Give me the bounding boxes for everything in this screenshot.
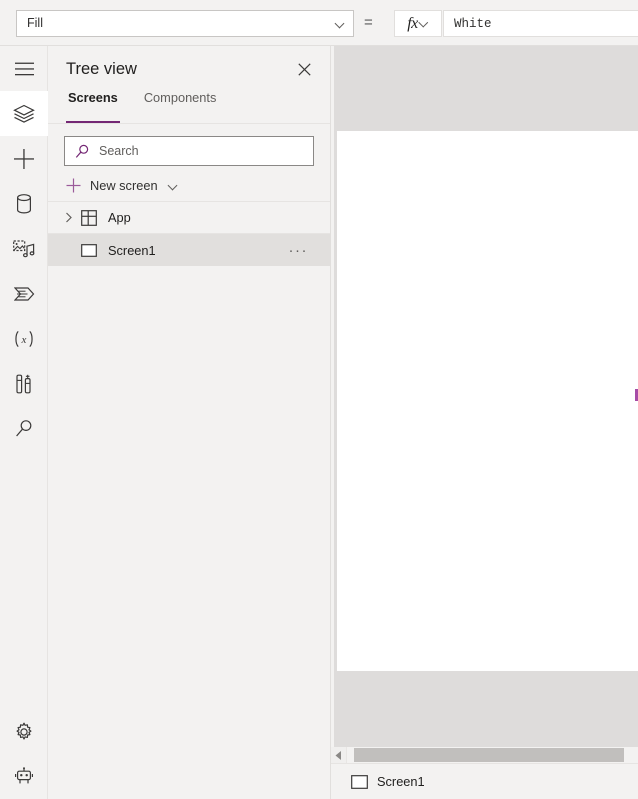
- tree-item-app[interactable]: App: [48, 202, 330, 234]
- app-screen-canvas[interactable]: [337, 131, 638, 671]
- power-apps-studio: Fill = fx White x Tree view Screens Comp…: [0, 0, 638, 799]
- app-grid-icon: [80, 209, 98, 226]
- canvas-horizontal-scrollbar[interactable]: [331, 747, 638, 763]
- copilot-robot-icon: [15, 766, 33, 783]
- search-input[interactable]: Search: [64, 136, 314, 166]
- screen-rect-icon: [80, 243, 98, 257]
- fx-icon: fx: [407, 14, 418, 32]
- media-icon-button[interactable]: [0, 226, 48, 271]
- expand-chevron-right-icon[interactable]: [58, 212, 80, 223]
- tree-item-label-app: App: [108, 210, 131, 225]
- tab-screens[interactable]: Screens: [66, 91, 120, 123]
- panel-title: Tree view: [66, 59, 137, 78]
- canvas-backdrop: [334, 46, 638, 754]
- left-rail: x: [0, 46, 48, 799]
- settings-gear-icon: [16, 722, 32, 740]
- menu-icon-button[interactable]: [0, 46, 48, 91]
- rail-bottom-group: [0, 709, 48, 799]
- power-automate-icon: [13, 286, 34, 301]
- property-dropdown[interactable]: Fill: [16, 10, 354, 37]
- media-icon: [13, 239, 35, 257]
- search-icon-button[interactable]: [0, 406, 48, 451]
- tests-icon: [16, 374, 31, 393]
- tree-view-header: Tree view: [48, 46, 330, 92]
- new-screen-button[interactable]: New screen: [48, 170, 330, 202]
- menu-icon: [14, 62, 34, 75]
- scrollbar-track[interactable]: [347, 748, 638, 762]
- tests-icon-button[interactable]: [0, 361, 48, 406]
- insert-plus-icon: [14, 148, 34, 169]
- tree-view-panel: Tree view Screens Components Search New …: [48, 46, 331, 799]
- screen-rect-icon: [351, 774, 368, 789]
- search-placeholder: Search: [99, 144, 139, 158]
- tab-components[interactable]: Components: [142, 91, 219, 123]
- tree-view-icon: [13, 104, 35, 123]
- settings-icon-button[interactable]: [0, 709, 48, 754]
- copilot-icon-button[interactable]: [0, 754, 48, 799]
- property-dropdown-value: Fill: [27, 16, 43, 31]
- database-icon: [16, 193, 32, 214]
- close-icon: [297, 62, 311, 76]
- power-automate-icon-button[interactable]: [0, 271, 48, 316]
- canvas-area: Screen1: [331, 46, 638, 799]
- fx-button[interactable]: fx: [394, 10, 442, 37]
- tree-item-overflow-menu[interactable]: ···: [289, 243, 309, 258]
- chevron-down-icon: [335, 19, 345, 29]
- scrollbar-thumb[interactable]: [354, 748, 624, 762]
- formula-bar: Fill = fx White: [0, 0, 638, 46]
- scroll-left-arrow-icon[interactable]: [331, 747, 347, 763]
- chevron-right-icon: [66, 212, 72, 223]
- search-icon: [75, 144, 89, 158]
- equals-sign: =: [364, 14, 373, 31]
- status-bar: Screen1: [331, 763, 638, 799]
- search-container: Search: [48, 124, 330, 166]
- chevron-down-icon: [168, 181, 178, 191]
- chevron-down-icon: [420, 19, 429, 28]
- status-bar-screen-label: Screen1: [377, 774, 425, 789]
- variables-icon: x: [15, 330, 33, 347]
- tree-view-tabs: Screens Components: [48, 91, 330, 124]
- svg-text:x: x: [21, 334, 27, 346]
- tree-item-label-screen1: Screen1: [108, 242, 156, 258]
- insert-icon-button[interactable]: [0, 136, 48, 181]
- tree-view-icon-button[interactable]: [0, 91, 48, 136]
- new-screen-label: New screen: [90, 178, 158, 193]
- plus-icon: [66, 178, 81, 193]
- formula-input[interactable]: White: [443, 10, 638, 37]
- close-panel-button[interactable]: [292, 57, 316, 81]
- tree-item-screen1[interactable]: Screen1 ···: [48, 234, 330, 266]
- data-icon-button[interactable]: [0, 181, 48, 226]
- variables-icon-button[interactable]: x: [0, 316, 48, 361]
- search-icon: [15, 420, 31, 437]
